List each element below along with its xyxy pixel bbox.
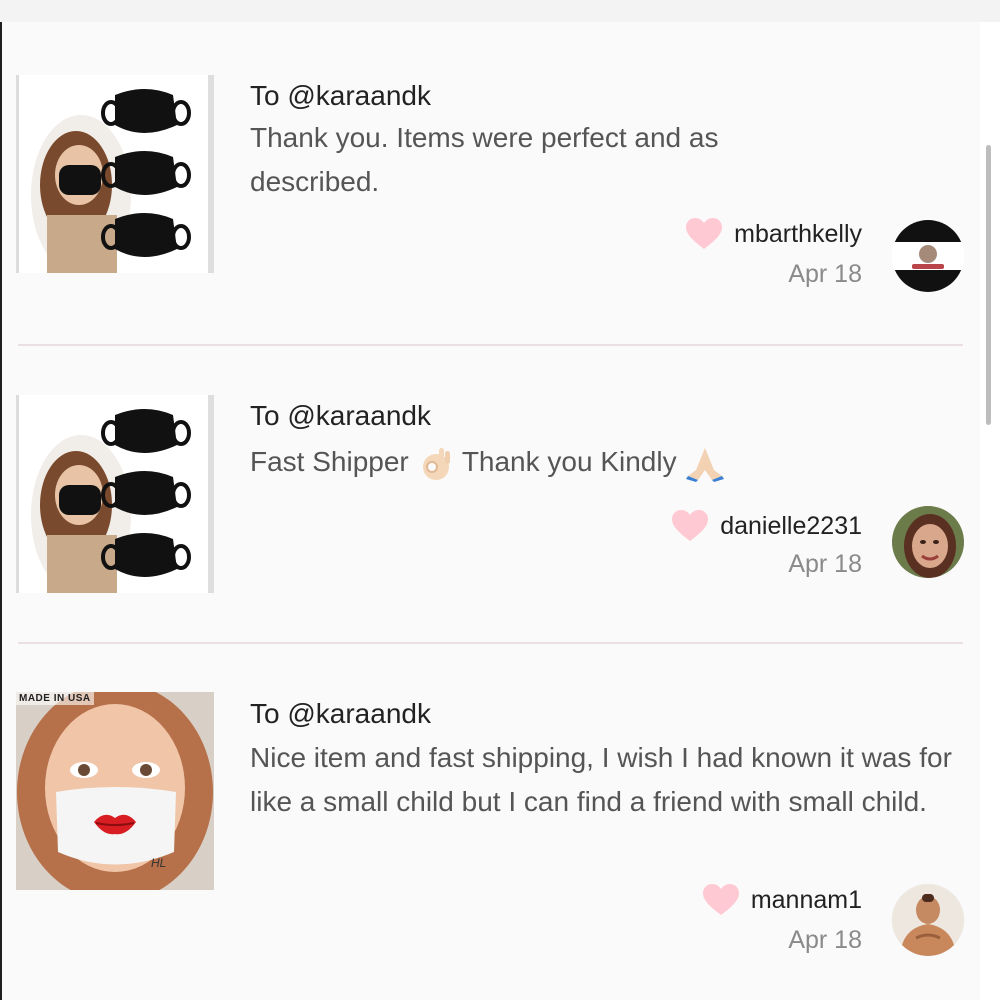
reviewer-row: mbarthkelly <box>686 218 862 250</box>
review-text-part: Thank you Kindly <box>461 446 677 477</box>
heart-icon[interactable] <box>702 884 739 916</box>
black-masks-photo-icon <box>19 395 208 593</box>
review-recipient[interactable]: To @karaandk <box>250 400 431 432</box>
review-text: Thank you. Items were perfect and as des… <box>250 122 719 197</box>
profile-avatar-icon <box>892 884 964 956</box>
review-date: Apr 18 <box>788 550 862 578</box>
review-text-part: Fast Shipper <box>250 446 409 477</box>
review-date: Apr 18 <box>788 260 862 288</box>
profile-avatar-icon <box>892 220 964 292</box>
reviews-panel: To @karaandk Thank you. Items were perfe… <box>2 22 980 1000</box>
reviewer-avatar[interactable] <box>892 220 964 292</box>
review-recipient[interactable]: To @karaandk <box>250 698 431 730</box>
review-recipient[interactable]: To @karaandk <box>250 80 431 112</box>
svg-text:HL: HL <box>151 856 166 870</box>
top-bar <box>0 0 1000 22</box>
scrollbar[interactable] <box>986 145 991 425</box>
listing-thumbnail[interactable] <box>16 395 214 593</box>
black-masks-photo-icon <box>19 75 208 273</box>
review-text: Nice item and fast shipping, I wish I ha… <box>250 742 952 817</box>
reviewer-avatar[interactable] <box>892 506 964 578</box>
reviewer-username[interactable]: mannam1 <box>751 886 862 915</box>
heart-icon[interactable] <box>672 510 709 542</box>
review-text: Fast Shipper Thank you Kindly <box>250 440 970 484</box>
ok-hand-emoji-icon <box>422 447 450 480</box>
listing-thumbnail[interactable]: HL MADE IN USA <box>16 692 214 890</box>
review-date: Apr 18 <box>788 926 862 954</box>
made-in-usa-badge: MADE IN USA <box>16 692 94 705</box>
kids-lips-mask-photo-icon: HL <box>16 692 214 890</box>
review-divider <box>18 642 963 644</box>
review-divider <box>18 344 963 346</box>
folded-hands-emoji-icon <box>686 447 725 482</box>
reviewer-row: mannam1 <box>702 884 862 916</box>
listing-thumbnail[interactable] <box>16 75 214 273</box>
reviewer-username[interactable]: danielle2231 <box>720 512 862 541</box>
profile-avatar-icon <box>892 506 964 578</box>
reviewer-username[interactable]: mbarthkelly <box>734 220 862 249</box>
reviewer-avatar[interactable] <box>892 884 964 956</box>
reviewer-row: danielle2231 <box>672 510 862 542</box>
heart-icon[interactable] <box>686 218 723 250</box>
